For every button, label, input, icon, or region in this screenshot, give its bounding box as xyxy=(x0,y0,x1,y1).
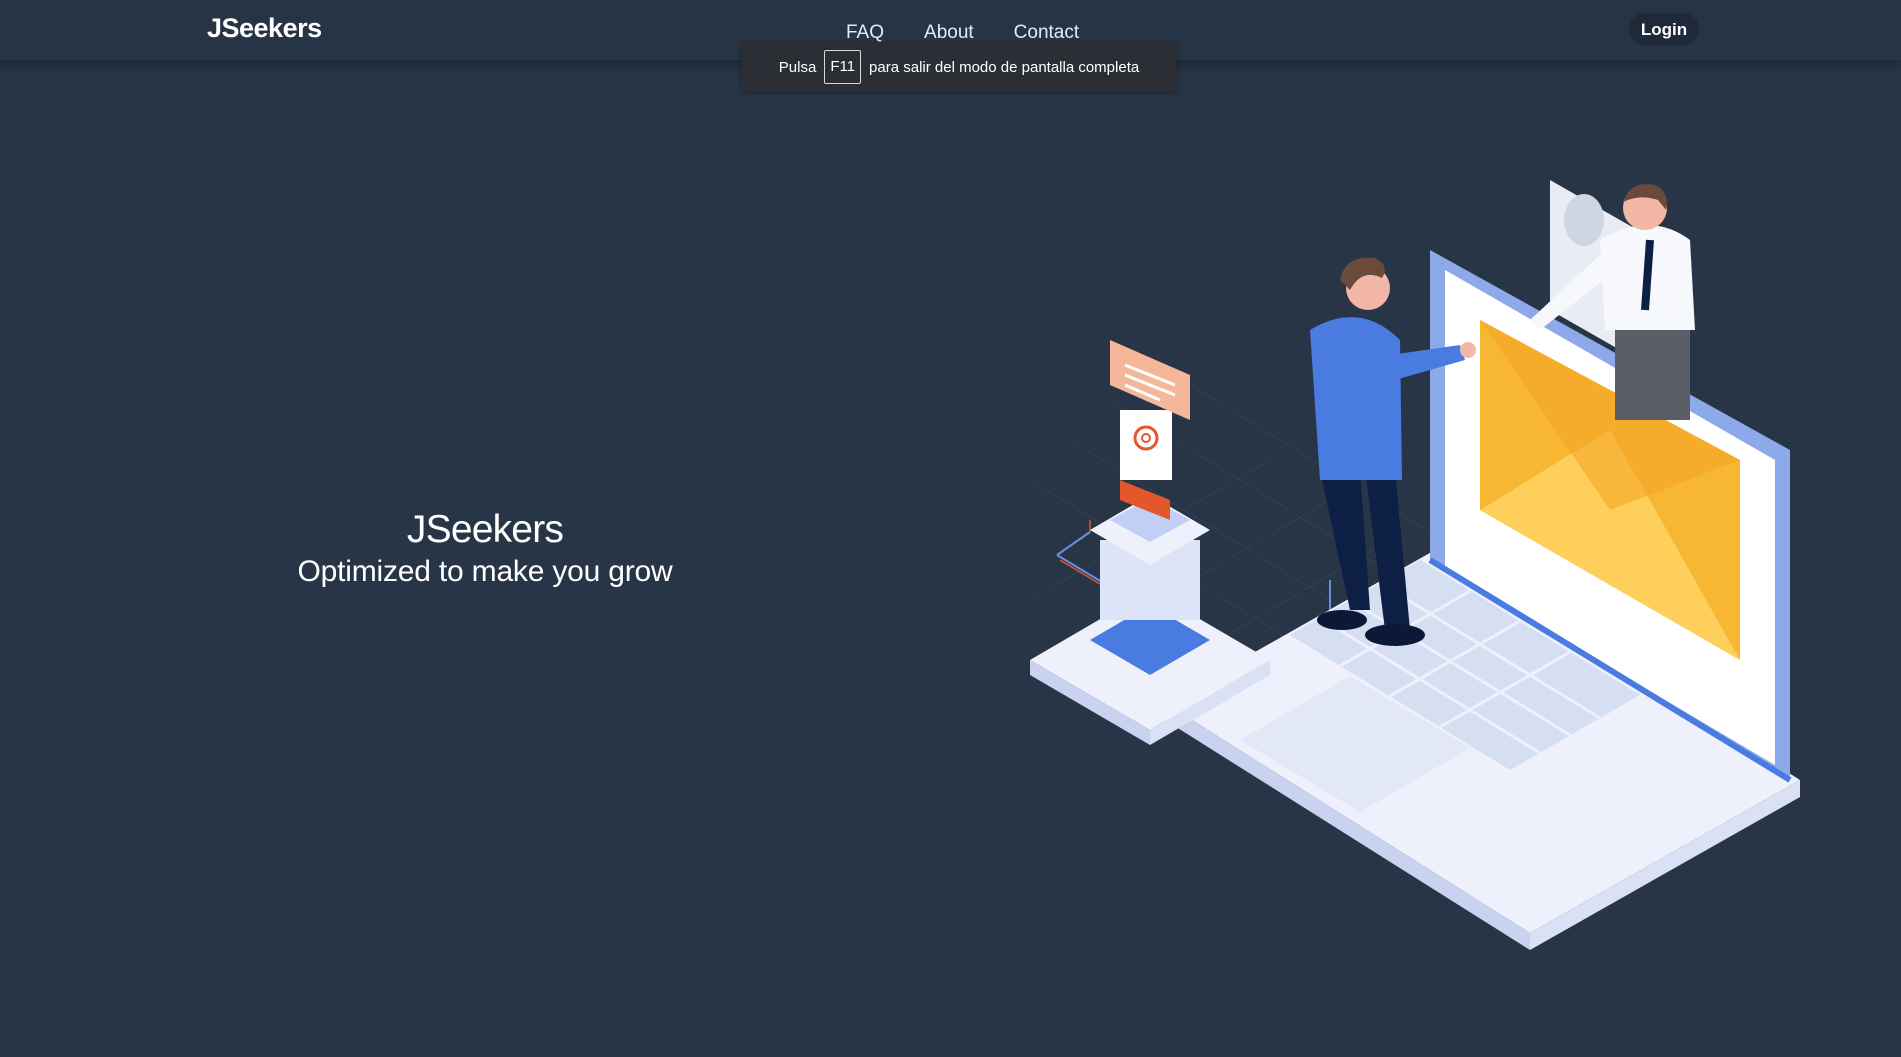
fullscreen-notice-suffix: para salir del modo de pantalla completa xyxy=(869,58,1140,76)
fullscreen-notice: Pulsa F11 para salir del modo de pantall… xyxy=(741,42,1177,92)
nav-links: FAQ About Contact xyxy=(846,22,1119,44)
nav-link-faq[interactable]: FAQ xyxy=(846,22,884,44)
hero: JSeekers Optimized to make you grow xyxy=(230,505,740,589)
fullscreen-notice-prefix: Pulsa xyxy=(778,58,817,76)
hero-subtitle: Optimized to make you grow xyxy=(297,555,673,588)
nav-link-contact[interactable]: Contact xyxy=(1014,22,1079,44)
brand-logo[interactable]: JSeekers xyxy=(207,13,322,44)
login-button[interactable]: Login xyxy=(1629,13,1699,45)
hero-title: JSeekers xyxy=(406,508,564,551)
email-tower xyxy=(1030,340,1270,745)
page: JSeekers FAQ About Contact Login Pulsa F… xyxy=(0,0,1901,1057)
handshake-laptop-illustration xyxy=(1029,180,1800,950)
nav-link-about[interactable]: About xyxy=(924,22,974,44)
fullscreen-notice-key: F11 xyxy=(824,50,862,84)
